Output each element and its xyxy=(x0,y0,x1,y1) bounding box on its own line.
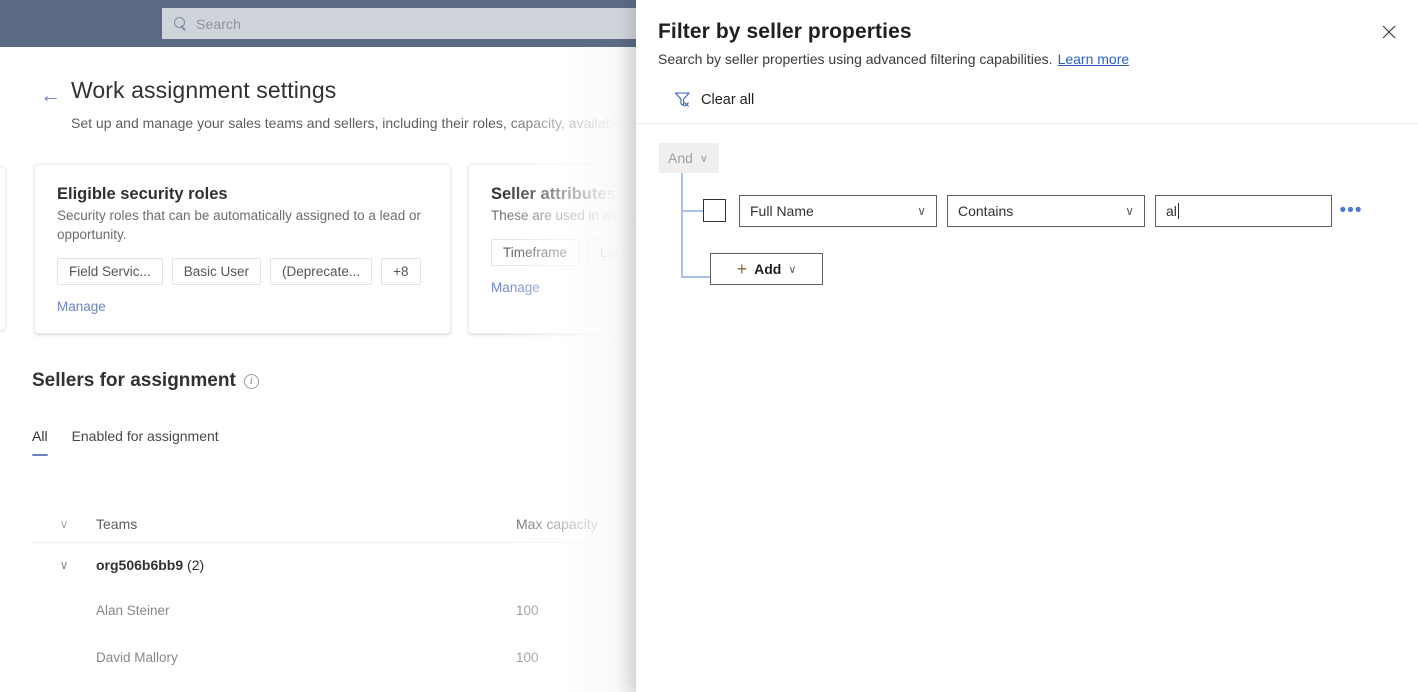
filter-operator-value: Contains xyxy=(958,203,1014,219)
filter-field-value: Full Name xyxy=(750,203,814,219)
plus-icon: + xyxy=(736,259,748,279)
seller-max-capacity: 100 xyxy=(516,603,539,618)
chip-list: Field Servic... Basic User (Deprecate...… xyxy=(57,258,428,285)
sellers-grid: ∨ Teams Max capacity ∨ org506b6bb9 (2) A… xyxy=(32,505,636,681)
group-chevron-icon[interactable]: ∨ xyxy=(32,558,96,572)
sellers-title-text: Sellers for assignment xyxy=(32,370,236,391)
info-icon[interactable]: i xyxy=(243,373,259,389)
panel-title: Filter by seller properties xyxy=(658,20,912,43)
card-title: Eligible security roles xyxy=(57,185,228,203)
chevron-down-icon: ∨ xyxy=(699,152,708,165)
chip[interactable]: Basic User xyxy=(171,258,262,285)
group-operator-label: And xyxy=(668,150,693,166)
text-caret xyxy=(1177,203,1179,219)
tree-connector-add xyxy=(681,276,710,278)
grid-group-row[interactable]: ∨ org506b6bb9 (2) xyxy=(32,543,636,587)
back-arrow-icon[interactable]: ← xyxy=(40,85,62,107)
tab-enabled-for-assignment[interactable]: Enabled for assignment xyxy=(72,428,219,456)
panel-subtitle: Search by seller properties using advanc… xyxy=(658,51,1129,67)
screen: Search ← Work assignment settings Set up… xyxy=(0,0,1418,692)
app-topbar: Search xyxy=(0,0,636,47)
tab-all[interactable]: All xyxy=(32,428,48,456)
manage-link[interactable]: Manage xyxy=(491,280,540,295)
add-button-label: Add xyxy=(754,261,782,277)
card-eligible-security-roles: Eligible security roles Security roles t… xyxy=(34,164,451,334)
clear-all-label: Clear all xyxy=(701,91,755,108)
tree-connector-row xyxy=(681,210,704,212)
group-count: (2) xyxy=(187,557,205,573)
chip[interactable]: (Deprecate... xyxy=(270,258,373,285)
card-description: Security roles that can be automatically… xyxy=(57,208,421,242)
group-operator-dropdown[interactable]: And ∨ xyxy=(659,143,719,173)
column-header-max-capacity[interactable]: Max capacity xyxy=(516,516,636,532)
filter-field-dropdown[interactable]: Full Name ∨ xyxy=(739,195,937,227)
manage-link[interactable]: Manage xyxy=(57,299,106,314)
group-name: org506b6bb9 xyxy=(96,557,184,573)
close-icon[interactable] xyxy=(1372,15,1406,49)
partial-card-edge xyxy=(0,166,6,331)
tree-connector-vertical xyxy=(681,173,683,277)
page-title: Work assignment settings xyxy=(71,77,337,103)
row-more-options-icon[interactable]: ••• xyxy=(1338,198,1364,224)
seller-name: David Mallory xyxy=(96,650,178,665)
funnel-clear-icon xyxy=(674,91,691,108)
clear-all-button[interactable]: Clear all xyxy=(668,87,760,112)
add-condition-button[interactable]: + Add ∨ xyxy=(710,253,823,285)
sellers-section-title: Sellers for assignment i xyxy=(32,370,259,392)
table-row[interactable]: Alan Steiner 100 xyxy=(32,587,636,634)
search-icon xyxy=(174,16,188,31)
chip[interactable]: Timeframe xyxy=(491,239,580,266)
search-placeholder: Search xyxy=(196,15,241,32)
panel-subtitle-text: Search by seller properties using advanc… xyxy=(658,51,1053,67)
grid-header-row: ∨ Teams Max capacity xyxy=(32,505,636,543)
filter-panel: Filter by seller properties Search by se… xyxy=(636,0,1418,692)
chevron-down-icon: ∨ xyxy=(788,263,797,276)
page-subtitle: Set up and manage your sales teams and s… xyxy=(71,115,646,131)
table-row[interactable]: David Mallory 100 xyxy=(32,634,636,681)
seller-max-capacity: 100 xyxy=(516,650,539,665)
sellers-tabs: All Enabled for assignment xyxy=(32,428,219,456)
expand-all-chevron-icon[interactable]: ∨ xyxy=(32,517,96,531)
chip[interactable]: Field Servic... xyxy=(57,258,163,285)
group-name-cell: org506b6bb9 (2) xyxy=(96,557,204,573)
chip-overflow[interactable]: +8 xyxy=(381,258,421,285)
seller-name: Alan Steiner xyxy=(96,603,170,618)
filter-value-text: al xyxy=(1166,203,1177,219)
search-input[interactable]: Search xyxy=(162,8,636,39)
chevron-down-icon: ∨ xyxy=(1125,204,1134,218)
learn-more-link[interactable]: Learn more xyxy=(1058,51,1130,67)
panel-divider xyxy=(636,123,1418,124)
column-header-teams[interactable]: Teams xyxy=(96,516,516,532)
filter-value-input[interactable]: al xyxy=(1155,195,1332,227)
filter-operator-dropdown[interactable]: Contains ∨ xyxy=(947,195,1145,227)
condition-row-checkbox[interactable] xyxy=(703,199,726,222)
chevron-down-icon: ∨ xyxy=(917,204,926,218)
